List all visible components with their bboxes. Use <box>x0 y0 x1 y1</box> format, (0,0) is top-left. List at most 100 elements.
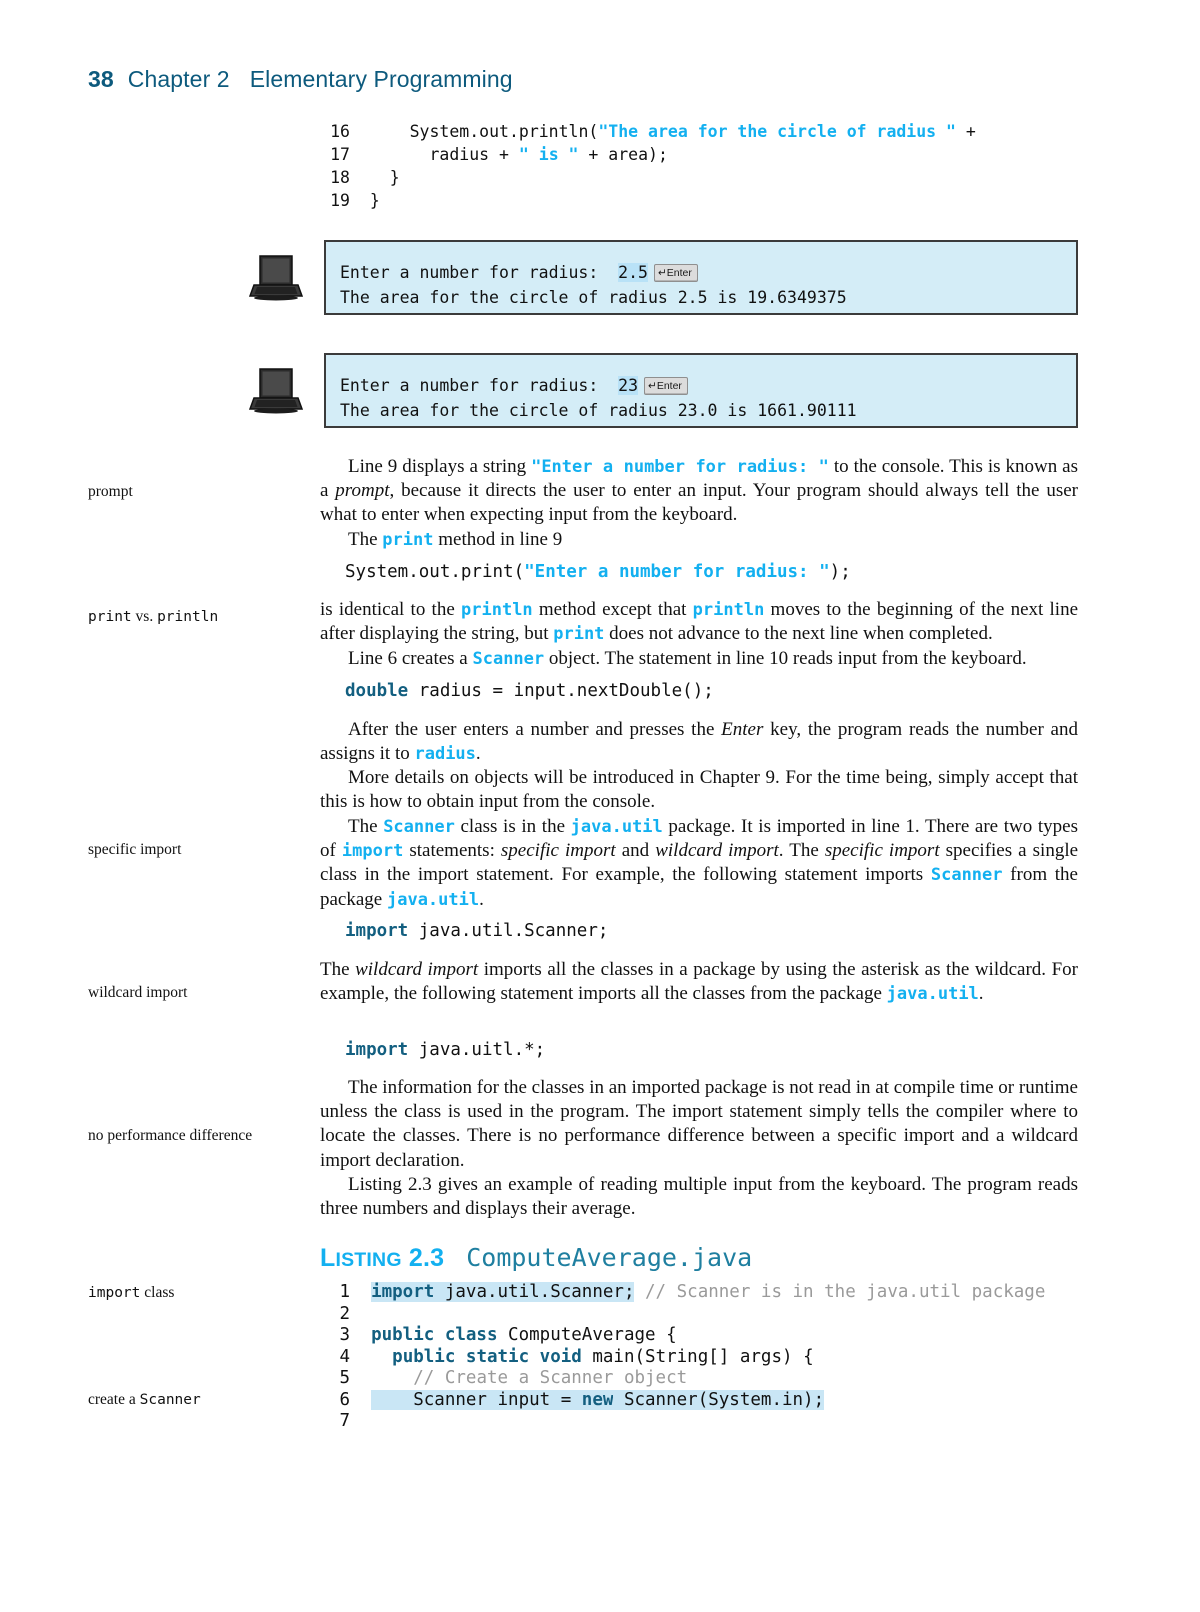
margin-note-no-performance-difference: no performance difference <box>88 1127 303 1145</box>
code-line-number: 19 <box>330 191 350 210</box>
code-run: java.uitl.*; <box>408 1040 546 1060</box>
console-prompt-label: Enter a number for radius: <box>340 263 619 282</box>
code-segment: new <box>581 1389 614 1410</box>
inline-code: import <box>341 841 404 862</box>
emphasis: prompt <box>335 480 390 502</box>
text-run: and <box>615 840 656 862</box>
text-run: . The <box>778 840 825 862</box>
listing-heading: LISTING 2.3 ComputeAverage.java <box>320 1243 752 1273</box>
margin-note-code: import <box>88 1285 141 1301</box>
code-segment: System.out.println( <box>369 122 599 141</box>
chapter-label: Chapter 2 <box>127 66 230 92</box>
listing-label-smallcaps: ISTING <box>335 1249 402 1271</box>
code-line: 1 import java.util.Scanner; // Scanner i… <box>320 1282 1045 1304</box>
margin-note-import-class: import class <box>88 1284 303 1302</box>
text-run: statements: <box>403 840 501 862</box>
margin-note-label: no performance difference <box>88 1127 253 1144</box>
console-result-line: The area for the circle of radius 23.0 i… <box>340 401 857 420</box>
code-line: 3 public class ComputeAverage { <box>320 1325 1045 1347</box>
margin-note-label: prompt <box>88 483 133 500</box>
enter-key-icon: ↵Enter <box>653 264 698 282</box>
code-line-number: 16 <box>330 122 350 141</box>
code-sample-wildcard-import: import java.uitl.*; <box>345 1040 545 1060</box>
margin-note-create-a-scanner: create a Scanner <box>88 1391 303 1409</box>
code-run: java.util.Scanner; <box>408 921 609 941</box>
listing-label-initial: L <box>320 1244 336 1272</box>
margin-note-label: class <box>144 1284 175 1301</box>
code-segment: java.util.Scanner; <box>434 1282 635 1302</box>
margin-note-specific-import: specific import <box>88 841 303 859</box>
code-line: 7 <box>320 1411 1045 1433</box>
inline-code: java.util <box>570 817 663 837</box>
paragraph-print-vs-println: is identical to the println method excep… <box>320 598 1078 646</box>
inline-code: java.util <box>386 889 480 910</box>
emphasis: specific import <box>500 840 616 862</box>
code-line-number: 7 <box>339 1411 350 1431</box>
text-run: class is in the <box>454 816 571 837</box>
code-segment: public static void <box>392 1346 582 1367</box>
margin-note-label: specific import <box>88 841 182 858</box>
paragraph-scanner-object: Line 6 creates a Scanner object. The sta… <box>320 647 1078 671</box>
code-line: 5 // Create a Scanner object <box>320 1368 1045 1390</box>
code-segment: " is " <box>518 145 579 164</box>
inline-code: Scanner <box>383 817 455 837</box>
paragraph-no-performance-difference: The information for the classes in an im… <box>320 1076 1078 1173</box>
code-line: 18 } <box>320 166 976 189</box>
code-segment: } <box>369 191 380 210</box>
code-segment: // Scanner is in the java.util package <box>634 1282 1046 1302</box>
margin-note-code: print <box>88 609 132 625</box>
inline-code: println <box>461 600 533 620</box>
textbook-page: 38 Chapter 2 Elementary Programming 16 Sys… <box>0 0 1200 1612</box>
laptop-icon <box>248 255 304 301</box>
code-segment: main(String[] args) { <box>581 1346 814 1367</box>
text-run: , because it directs the user to enter a… <box>320 480 1078 526</box>
code-run: ); <box>829 562 851 582</box>
text-run: object. The statement in line 10 reads i… <box>544 648 1027 669</box>
code-segment: radius + <box>369 145 519 164</box>
code-listing-top: 16 System.out.println("The area for the … <box>320 120 976 212</box>
enter-key-icon: ↵Enter <box>644 377 688 395</box>
emphasis: wildcard import <box>355 959 479 980</box>
console-text: Enter a number for radius: 23 ↵Enter The a… <box>326 355 1076 439</box>
text-run: The <box>348 529 383 550</box>
code-listing-compute-average: 1 import java.util.Scanner; // Scanner i… <box>320 1282 1045 1433</box>
margin-note-code: println <box>157 609 219 625</box>
code-keyword: import <box>345 921 409 941</box>
text-run: The <box>320 959 356 980</box>
console-prompt-label: Enter a number for radius: <box>340 376 619 395</box>
console-text: Enter a number for radius: 2.5 ↵Enter The … <box>326 242 1076 326</box>
page-number: 38 <box>88 66 114 92</box>
emphasis: Enter <box>721 719 764 740</box>
code-line-number: 1 <box>339 1282 350 1302</box>
text-run: . <box>475 743 481 765</box>
code-segment: + area); <box>578 145 668 164</box>
code-segment: } <box>369 168 400 187</box>
text-run: Line 9 displays a string <box>348 456 532 477</box>
margin-note-print-vs-println: print vs. println <box>88 608 303 626</box>
code-line: 4 public static void main(String[] args)… <box>320 1347 1045 1369</box>
code-segment: Scanner input = <box>371 1389 582 1410</box>
code-line-number: 6 <box>339 1389 350 1410</box>
code-segment: // Create a Scanner object <box>413 1368 688 1388</box>
code-segment: "The area for the circle of radius " <box>598 122 956 141</box>
code-line: 17 radius + " is " + area); <box>320 143 976 166</box>
code-keyword: double <box>345 681 409 701</box>
emphasis: wildcard import <box>655 840 779 862</box>
code-sample-specific-import: import java.util.Scanner; <box>345 921 608 941</box>
paragraph-more-details: More details on objects will be introduc… <box>320 766 1078 814</box>
laptop-icon <box>248 368 304 414</box>
text-run: Listing 2.3 gives an example of reading … <box>320 1174 1078 1220</box>
inline-code: java.util <box>886 984 979 1005</box>
code-line-number: 2 <box>339 1303 350 1324</box>
margin-note-label: vs. <box>131 608 158 625</box>
paragraph-after-enter: After the user enters a number and press… <box>320 718 1078 766</box>
code-line: 2 <box>320 1304 1045 1326</box>
paragraph-wildcard-import: The wildcard import imports all the clas… <box>320 958 1078 1006</box>
margin-note-label: create a <box>88 1391 140 1408</box>
inline-code: print <box>553 624 605 645</box>
text-run: method except that <box>532 599 693 620</box>
code-run: System.out.print( <box>345 562 525 582</box>
console-input-value[interactable]: 23 <box>618 376 639 395</box>
console-input-value[interactable]: 2.5 <box>618 263 648 282</box>
